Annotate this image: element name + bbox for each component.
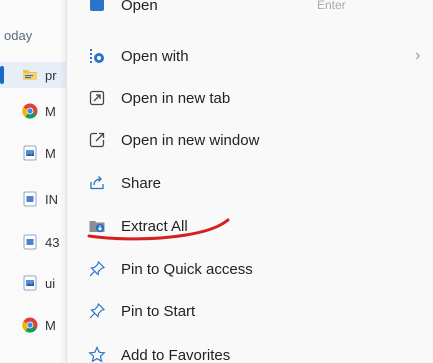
menu-item-open-in-new-tab[interactable]: Open in new tab [67,79,433,117]
file-row[interactable]: M [0,140,70,166]
menu-item-label: Open with [121,47,189,65]
menu-item-label: Extract All [121,217,188,235]
file-name: M [45,317,56,333]
document-icon [23,191,37,207]
menu-item-share[interactable]: Share [67,164,433,202]
chevron-right-icon: › [415,47,421,64]
file-name: IN [45,191,58,207]
file-row[interactable]: pr [0,62,70,88]
menu-item-label: Open [121,0,158,14]
menu-item-label: Open in new tab [121,89,231,107]
file-row[interactable]: 43 [0,229,70,255]
extract-all-icon [87,216,107,236]
menu-item-label: Open in new window [121,131,260,149]
file-row[interactable]: M [0,98,70,124]
menu-item-label: Add to Favorites [121,346,231,363]
file-name: ui [45,275,56,291]
document-image-icon [23,275,37,291]
file-name: M [45,103,56,119]
file-name: pr [45,67,57,83]
menu-item-open-with[interactable]: Open with › [67,37,433,75]
star-icon [87,345,107,363]
menu-item-label: Share [121,174,162,192]
open-with-icon [87,46,107,66]
menu-item-pin-to-quick-access[interactable]: Pin to Quick access [67,250,433,288]
file-list-pane: oday pr M M IN 43 ui M [0,0,70,363]
file-row[interactable]: M [0,312,70,338]
new-window-icon [87,130,107,150]
menu-item-add-to-favorites[interactable]: Add to Favorites [67,336,433,363]
menu-item-pin-to-start[interactable]: Pin to Start [67,292,433,330]
menu-item-open-in-new-window[interactable]: Open in new window [67,121,433,159]
pin-icon [87,259,107,279]
group-header-today: oday [4,28,33,43]
screenshot-stage: oday pr M M IN 43 ui M Open Enter Open w… [0,0,433,363]
context-menu: Open Enter Open with › Open in new tab O… [66,0,433,363]
file-name: 43 [45,234,60,250]
shortcut-hint: Enter [317,0,346,12]
selection-indicator [0,66,4,84]
menu-item-label: Pin to Quick access [121,260,253,278]
chrome-icon [22,317,38,333]
new-tab-icon [87,88,107,108]
share-icon [87,173,107,193]
file-row[interactable]: IN [0,186,70,212]
pin-icon [87,301,107,321]
folder-icon [23,70,37,80]
chrome-icon [22,103,38,119]
file-name: M [45,145,56,161]
document-image-icon [23,145,37,161]
menu-item-open[interactable]: Open Enter [67,0,433,24]
file-row[interactable]: ui [0,270,70,296]
menu-item-label: Pin to Start [121,302,196,320]
document-icon [23,234,37,250]
open-icon [87,0,107,15]
menu-item-extract-all[interactable]: Extract All [67,207,433,245]
